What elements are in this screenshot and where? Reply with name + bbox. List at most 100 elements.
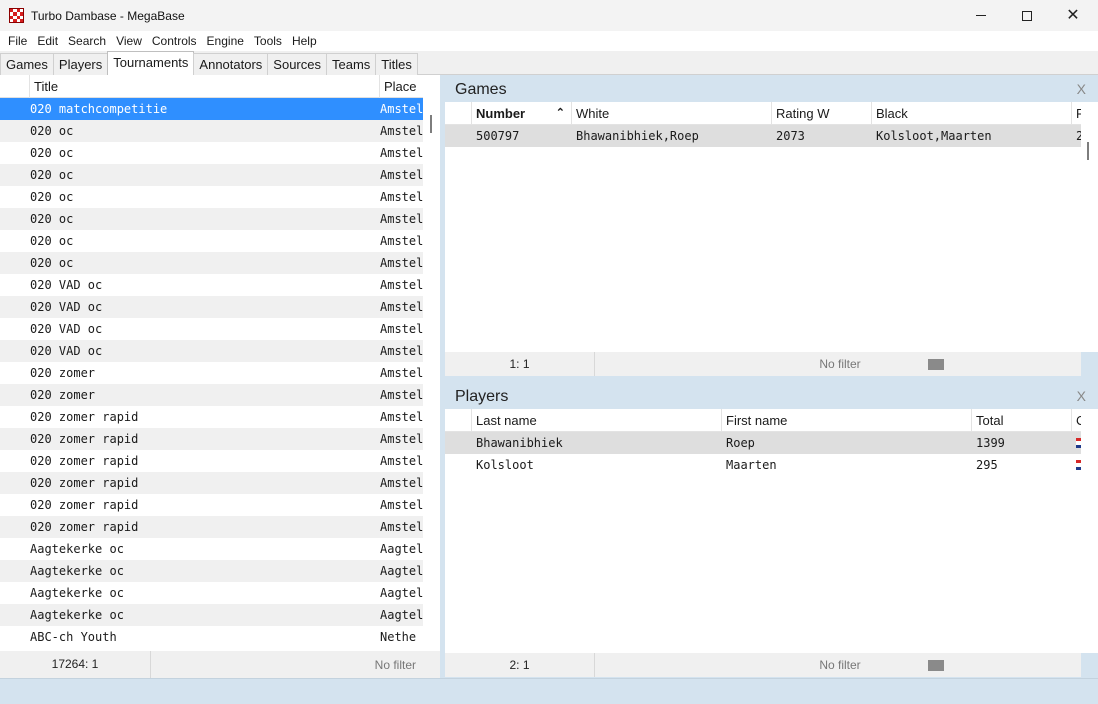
menu-bar: File Edit Search View Controls Engine To… bbox=[0, 31, 1098, 51]
tournament-row[interactable]: 020 zomer Amstel bbox=[0, 362, 423, 384]
tournament-row[interactable]: 020 zomer rapid Amstel bbox=[0, 472, 423, 494]
scrollbar-thumb[interactable] bbox=[430, 115, 432, 133]
tournament-place: Aagtel bbox=[380, 586, 423, 600]
menu-edit[interactable]: Edit bbox=[32, 31, 63, 51]
menu-search[interactable]: Search bbox=[63, 31, 111, 51]
menu-help[interactable]: Help bbox=[287, 31, 322, 51]
close-button[interactable]: ✕ bbox=[1050, 0, 1096, 31]
tournament-row[interactable]: Aagtekerke oc Aagtel bbox=[0, 560, 423, 582]
menu-engine[interactable]: Engine bbox=[202, 31, 249, 51]
column-header-country[interactable]: Cou bbox=[1072, 409, 1081, 432]
tournament-row[interactable]: 020 zomer rapid Amstel bbox=[0, 406, 423, 428]
tournament-title: 020 oc bbox=[30, 124, 74, 138]
tournament-row[interactable]: 020 oc Amstel bbox=[0, 252, 423, 274]
tournament-row[interactable]: 020 matchcompetitie Amstel bbox=[0, 98, 423, 120]
tournament-title: Aagtekerke oc bbox=[30, 586, 124, 600]
tournament-row[interactable]: 020 VAD oc Amstel bbox=[0, 274, 423, 296]
games-close-icon[interactable]: X bbox=[1077, 77, 1086, 102]
header-spacer bbox=[0, 75, 30, 98]
column-header-rating-b[interactable]: Rati bbox=[1072, 102, 1081, 125]
tournament-row[interactable]: 020 oc Amstel bbox=[0, 208, 423, 230]
column-header-white[interactable]: White bbox=[572, 102, 772, 125]
tournament-row[interactable]: 020 VAD oc Amstel bbox=[0, 296, 423, 318]
column-header-last-name[interactable]: Last name bbox=[472, 409, 722, 432]
tournament-place: Amstel bbox=[380, 278, 423, 292]
tournament-row[interactable]: 020 zomer rapid Amstel bbox=[0, 450, 423, 472]
player-row[interactable]: Bhawanibhiek Roep 1399 bbox=[445, 432, 1081, 454]
tournament-place: Amstel bbox=[380, 124, 423, 138]
tournament-row[interactable]: 020 zomer rapid Amstel bbox=[0, 516, 423, 538]
tab-sources[interactable]: Sources bbox=[267, 53, 327, 75]
players-panel: Players X Last name First name Total Cou… bbox=[445, 384, 1098, 678]
filter-status: No filter bbox=[374, 657, 416, 672]
games-row[interactable]: 500797 Bhawanibhiek,Roep 2073 Kolsloot,M… bbox=[445, 125, 1081, 147]
tournament-row[interactable]: Aagtekerke oc Aagtel bbox=[0, 582, 423, 604]
tournament-place: Amstel bbox=[380, 212, 423, 226]
column-header-first-name[interactable]: First name bbox=[722, 409, 972, 432]
column-header-number[interactable]: Number ⌃ bbox=[472, 102, 572, 125]
tournament-row[interactable]: 020 oc Amstel bbox=[0, 186, 423, 208]
tournament-row[interactable]: 020 oc Amstel bbox=[0, 142, 423, 164]
tournament-row[interactable]: 020 zomer rapid Amstel bbox=[0, 494, 423, 516]
tournament-row[interactable]: 020 oc Amstel bbox=[0, 164, 423, 186]
tournament-row[interactable]: 020 zomer rapid Amstel bbox=[0, 428, 423, 450]
column-header-rating-w[interactable]: Rating W bbox=[772, 102, 872, 125]
minimize-button[interactable] bbox=[958, 0, 1004, 31]
tournament-row[interactable]: 020 oc Amstel bbox=[0, 120, 423, 142]
games-filter-status: No filter bbox=[819, 357, 861, 371]
maximize-button[interactable] bbox=[1004, 0, 1050, 31]
tournament-place: Amstel bbox=[380, 322, 423, 336]
app-checkerboard-icon bbox=[9, 8, 24, 23]
player-last-name: Bhawanibhiek bbox=[476, 436, 563, 450]
menu-file[interactable]: File bbox=[3, 31, 32, 51]
tournament-title: 020 oc bbox=[30, 168, 74, 182]
filter-indicator-icon[interactable] bbox=[928, 358, 944, 370]
column-header-total[interactable]: Total bbox=[972, 409, 1072, 432]
tournament-place: Amstel bbox=[380, 366, 423, 380]
tournament-row[interactable]: 020 oc Amstel bbox=[0, 230, 423, 252]
tournament-row[interactable]: 020 VAD oc Amstel bbox=[0, 340, 423, 362]
tournament-place: Amstel bbox=[380, 388, 423, 402]
tab-titles[interactable]: Titles bbox=[375, 53, 418, 75]
number-header-label: Number bbox=[476, 106, 526, 121]
players-list: Bhawanibhiek Roep 1399 Kolsloot Maarten 295 bbox=[445, 432, 1081, 476]
tab-tournaments[interactable]: Tournaments bbox=[107, 51, 195, 75]
scrollbar-thumb[interactable] bbox=[1087, 142, 1089, 160]
menu-view[interactable]: View bbox=[111, 31, 147, 51]
players-scrollbar[interactable] bbox=[1081, 409, 1098, 653]
tournament-title: 020 VAD oc bbox=[30, 322, 103, 336]
menu-tools[interactable]: Tools bbox=[249, 31, 287, 51]
tab-players[interactable]: Players bbox=[52, 53, 109, 75]
tournaments-pane: Title Place 020 matchcompetitie Amstel 020… bbox=[0, 75, 440, 678]
tournament-row[interactable]: Aagtekerke oc Aagtel bbox=[0, 604, 423, 626]
game-white: Bhawanibhiek,Roep bbox=[576, 129, 699, 143]
tournament-title: 020 oc bbox=[30, 146, 74, 160]
tournament-row[interactable]: 020 VAD oc Amstel bbox=[0, 318, 423, 340]
tournament-title: Aagtekerke oc bbox=[30, 564, 124, 578]
tournaments-scrollbar[interactable] bbox=[423, 75, 440, 651]
column-header-black[interactable]: Black bbox=[872, 102, 1072, 125]
tournament-row[interactable]: Aagtekerke oc Aagtel bbox=[0, 538, 423, 560]
tab-annotators[interactable]: Annotators bbox=[193, 53, 269, 75]
player-total: 295 bbox=[976, 458, 998, 472]
tournament-row[interactable]: 020 zomer Amstel bbox=[0, 384, 423, 406]
menu-controls[interactable]: Controls bbox=[147, 31, 202, 51]
filter-indicator-icon[interactable] bbox=[928, 659, 944, 671]
tournament-row[interactable]: ABC-ch Youth Nethe bbox=[0, 626, 423, 648]
players-close-icon[interactable]: X bbox=[1077, 384, 1086, 409]
tournament-title: 020 oc bbox=[30, 234, 74, 248]
column-header-place[interactable]: Place bbox=[380, 75, 423, 98]
tournament-place: Aagtel bbox=[380, 564, 423, 578]
tournament-place: Amstel bbox=[380, 256, 423, 270]
player-row[interactable]: Kolsloot Maarten 295 bbox=[445, 454, 1081, 476]
player-last-name: Kolsloot bbox=[476, 458, 534, 472]
games-panel-title: Games X bbox=[445, 77, 1098, 102]
tournament-title: 020 oc bbox=[30, 190, 74, 204]
tab-teams[interactable]: Teams bbox=[326, 53, 377, 75]
games-scrollbar[interactable] bbox=[1081, 102, 1098, 352]
header-spacer bbox=[445, 102, 472, 125]
tab-games[interactable]: Games bbox=[0, 53, 54, 75]
column-header-title[interactable]: Title bbox=[30, 75, 380, 98]
player-country bbox=[1072, 438, 1081, 448]
tournament-place: Amstel bbox=[380, 190, 423, 204]
